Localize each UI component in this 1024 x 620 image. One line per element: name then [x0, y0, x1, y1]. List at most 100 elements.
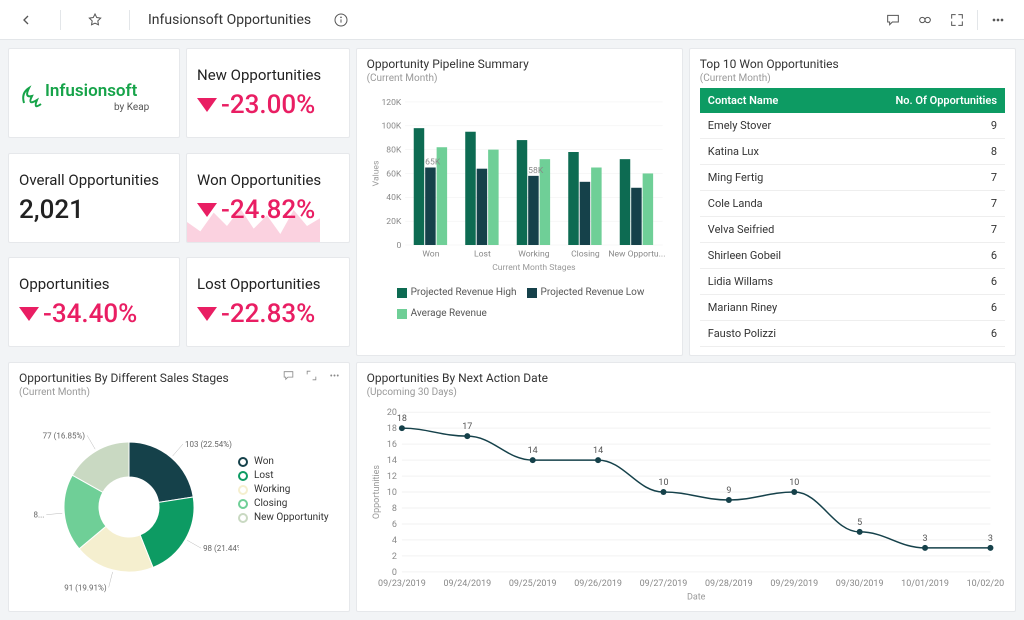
svg-text:14: 14: [386, 456, 396, 466]
table-row[interactable]: Shirleen Gobeil6: [700, 243, 1005, 269]
table-row[interactable]: Fausto Polizzi6: [700, 321, 1005, 347]
logo-card: Infusionsoft by Keap: [8, 48, 180, 138]
svg-text:65K: 65K: [425, 158, 441, 168]
kpi-new-opportunities[interactable]: New Opportunities -23.00%: [186, 48, 350, 138]
kpi-value: -23.00%: [197, 90, 339, 120]
table-row[interactable]: Lidia Willams6: [700, 269, 1005, 295]
sparkline: [187, 202, 320, 242]
svg-text:120K: 120K: [381, 98, 401, 108]
svg-text:2: 2: [391, 552, 396, 562]
svg-text:58K: 58K: [528, 166, 544, 176]
kpi-value: -22.83%: [197, 299, 339, 329]
svg-text:by Keap: by Keap: [114, 102, 150, 113]
table-row[interactable]: Emely Stover9: [700, 113, 1005, 139]
svg-text:Current Month Stages: Current Month Stages: [492, 263, 575, 273]
svg-text:Opportunities: Opportunities: [372, 465, 382, 519]
svg-text:09/27/2019: 09/27/2019: [639, 579, 687, 589]
svg-text:16: 16: [386, 440, 396, 450]
svg-text:09/25/2019: 09/25/2019: [508, 579, 556, 589]
kpi-label: New Opportunities: [197, 66, 339, 84]
page-title: Infusionsoft Opportunities: [148, 12, 311, 28]
svg-text:09/29/2019: 09/29/2019: [770, 579, 818, 589]
svg-text:103 (22.54%): 103 (22.54%): [185, 440, 232, 449]
svg-text:98 (21.44%): 98 (21.44%): [203, 544, 239, 553]
card-title: Opportunity Pipeline Summary: [367, 57, 672, 71]
card-comment-icon[interactable]: [282, 369, 295, 385]
more-button[interactable]: [986, 8, 1010, 32]
svg-text:18: 18: [396, 414, 406, 424]
svg-text:10/01/2019: 10/01/2019: [901, 579, 949, 589]
col-count: No. Of Opportunities: [832, 88, 1005, 113]
svg-text:12: 12: [386, 472, 396, 482]
kpi-label: Lost Opportunities: [197, 275, 339, 293]
stages-donut-chart: 103 (22.54%) 98 (21.44%) 91 (19.91%) 8... 77…: [19, 402, 239, 602]
svg-text:8: 8: [391, 504, 396, 514]
table-row[interactable]: Ming Fertig7: [700, 165, 1005, 191]
svg-text:77 (16.85%): 77 (16.85%): [43, 431, 86, 440]
card-expand-icon[interactable]: [305, 369, 318, 385]
back-button[interactable]: [14, 8, 38, 32]
svg-text:91 (19.91%): 91 (19.91%): [64, 583, 107, 592]
kpi-opportunities[interactable]: Opportunities -34.40%: [8, 257, 180, 347]
svg-text:Date: Date: [687, 593, 706, 602]
svg-text:5: 5: [857, 518, 862, 528]
next-action-line-chart: 024681012141618201809/23/20191709/24/201…: [367, 402, 1005, 602]
info-icon[interactable]: [329, 8, 353, 32]
comment-button[interactable]: [881, 8, 905, 32]
kpi-label: Opportunities: [19, 275, 169, 293]
card-subtitle: (Upcoming 30 Days): [367, 387, 1005, 398]
svg-text:6: 6: [391, 520, 396, 530]
svg-text:20K: 20K: [386, 217, 402, 227]
pipeline-bar-chart: 020K40K60K80K100K120KWonLostWorkingClosi…: [367, 88, 672, 278]
svg-text:17: 17: [462, 422, 472, 432]
pipeline-legend: Projected Revenue High Projected Revenue…: [367, 287, 672, 319]
svg-text:14: 14: [593, 446, 603, 456]
col-contact: Contact Name: [700, 88, 832, 113]
svg-text:Won: Won: [422, 249, 439, 259]
svg-text:09/30/2019: 09/30/2019: [835, 579, 883, 589]
trend-down-icon: [197, 307, 217, 321]
svg-text:14: 14: [527, 446, 537, 456]
svg-text:09/23/2019: 09/23/2019: [378, 579, 426, 589]
trend-down-icon: [197, 98, 217, 112]
svg-text:10/02/2019: 10/02/2019: [966, 579, 1005, 589]
donut-legend: Won Lost Working Closing New Opportunity: [238, 453, 329, 526]
view-mode-button[interactable]: [913, 8, 937, 32]
table-row[interactable]: Mariann Riney6: [700, 295, 1005, 321]
kpi-label: Won Opportunities: [197, 171, 339, 189]
kpi-lost-opportunities[interactable]: Lost Opportunities -22.83%: [186, 257, 350, 347]
kpi-value: 2,021: [19, 195, 169, 225]
top-toolbar: Infusionsoft Opportunities: [0, 0, 1024, 40]
card-more-icon[interactable]: [328, 369, 341, 385]
svg-text:40K: 40K: [386, 193, 402, 203]
top10-won-card[interactable]: Top 10 Won Opportunities (Current Month)…: [689, 48, 1016, 356]
table-row[interactable]: Velva Seifried7: [700, 217, 1005, 243]
trend-down-icon: [19, 307, 39, 321]
card-subtitle: (Current Month): [367, 73, 672, 84]
stages-donut-card[interactable]: Opportunities By Different Sales Stages …: [8, 362, 350, 612]
kpi-overall-opportunities[interactable]: Overall Opportunities 2,021: [8, 153, 180, 243]
favorite-button[interactable]: [83, 8, 107, 32]
kpi-value: -34.40%: [19, 299, 169, 329]
svg-text:0: 0: [396, 241, 401, 251]
table-row[interactable]: Katina Lux8: [700, 139, 1005, 165]
svg-text:09/24/2019: 09/24/2019: [443, 579, 491, 589]
svg-text:09/28/2019: 09/28/2019: [705, 579, 753, 589]
kpi-won-opportunities[interactable]: Won Opportunities -24.82%: [186, 153, 350, 243]
svg-text:8...: 8...: [34, 511, 45, 520]
card-subtitle: (Current Month): [19, 387, 339, 398]
svg-text:New Opportu...: New Opportu...: [608, 249, 665, 259]
svg-text:4: 4: [391, 536, 396, 546]
card-title: Top 10 Won Opportunities: [700, 57, 1005, 71]
svg-text:Values: Values: [371, 161, 381, 187]
pipeline-summary-card[interactable]: Opportunity Pipeline Summary (Current Mo…: [356, 48, 683, 356]
svg-text:Lost: Lost: [474, 249, 491, 259]
table-row[interactable]: Cole Landa7: [700, 191, 1005, 217]
svg-text:0: 0: [391, 568, 396, 578]
infusionsoft-logo: Infusionsoft by Keap: [19, 68, 169, 118]
svg-text:3: 3: [922, 534, 927, 544]
svg-text:9: 9: [726, 486, 731, 496]
card-subtitle: (Current Month): [700, 73, 1005, 84]
next-action-line-card[interactable]: Opportunities By Next Action Date (Upcom…: [356, 362, 1016, 612]
expand-button[interactable]: [945, 8, 969, 32]
